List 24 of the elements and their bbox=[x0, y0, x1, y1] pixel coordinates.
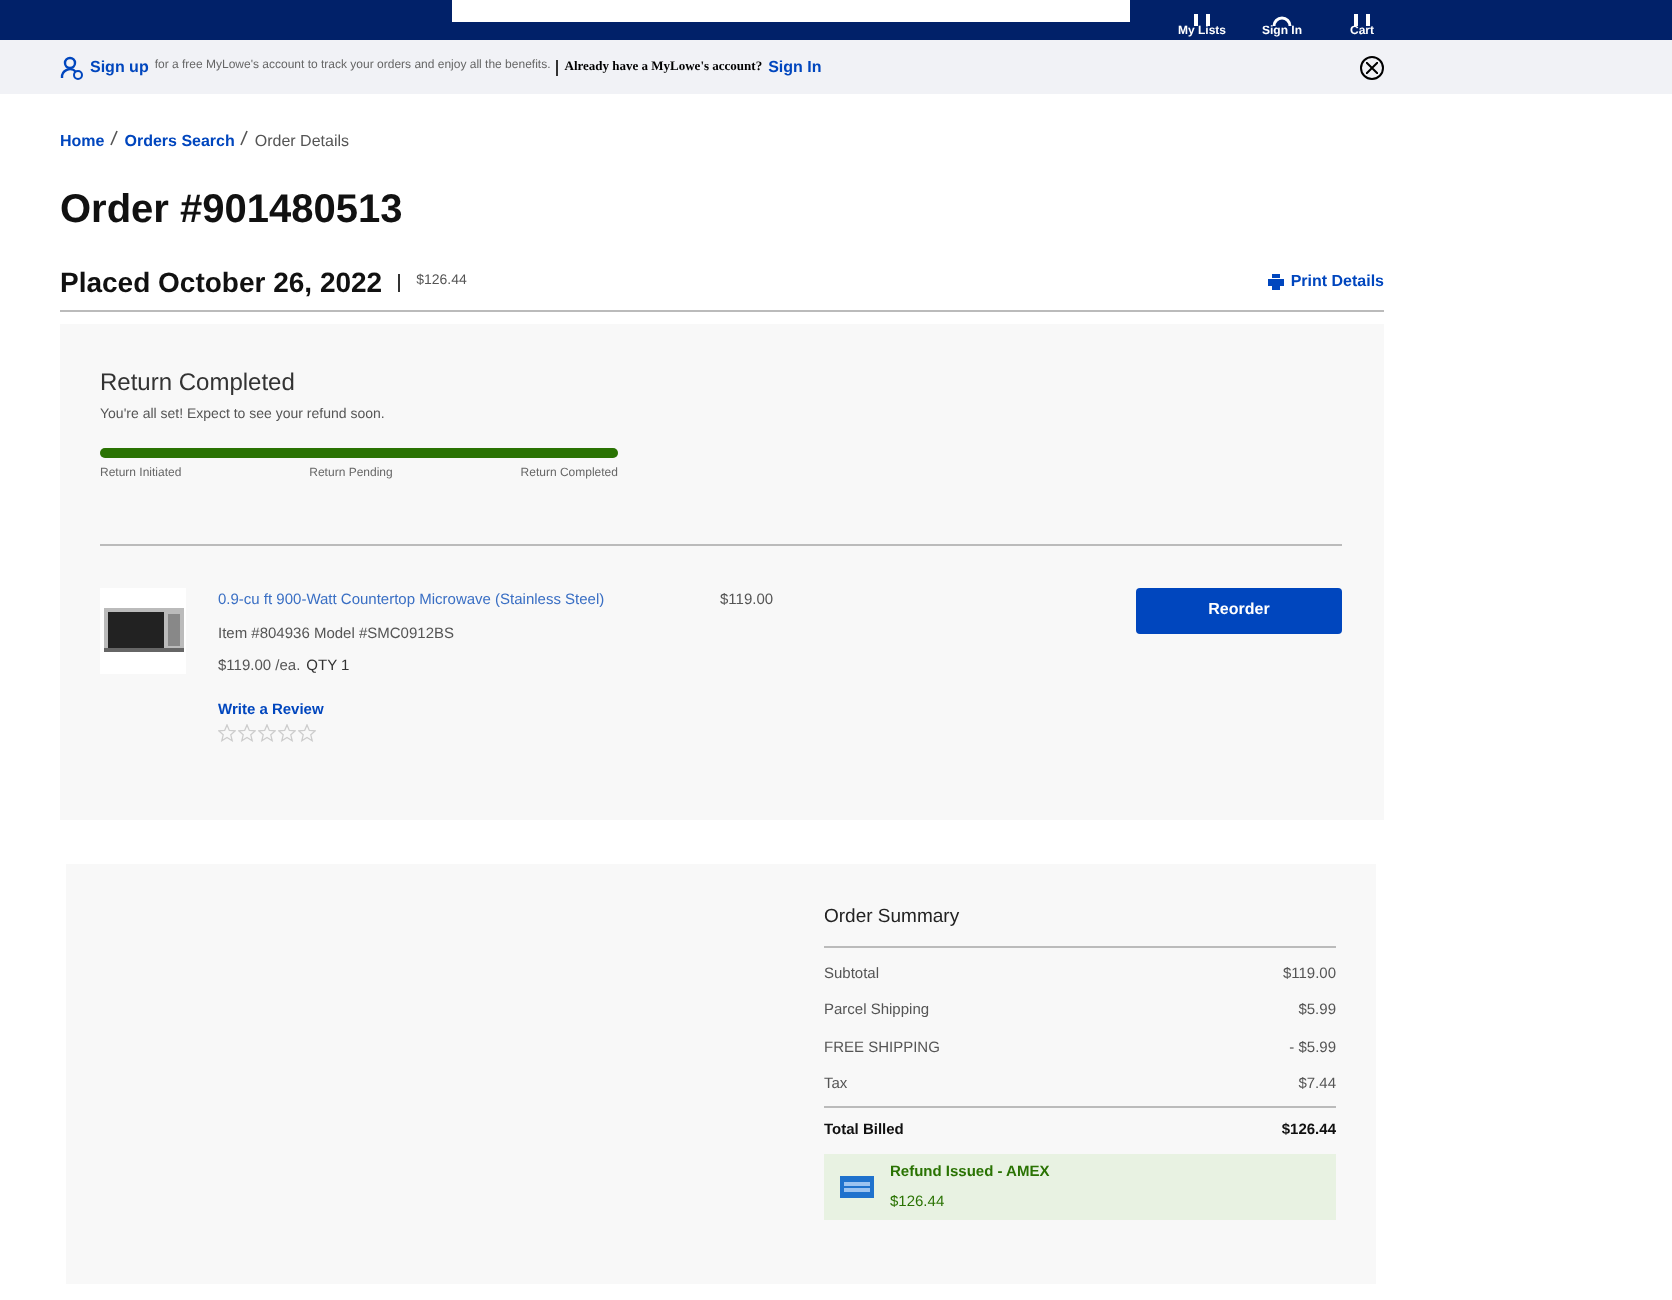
reorder-button[interactable]: Reorder bbox=[1136, 587, 1342, 633]
order-title: Order #901480513 bbox=[60, 186, 405, 234]
search-field[interactable] bbox=[452, 0, 1130, 22]
breadcrumb-link[interactable]: Home bbox=[60, 130, 105, 154]
user-add-icon bbox=[60, 55, 84, 79]
close-icon bbox=[1366, 61, 1378, 73]
close-button[interactable] bbox=[1360, 55, 1384, 79]
status-title: Return Completed bbox=[100, 366, 297, 400]
star-icon bbox=[298, 724, 316, 743]
star-icon bbox=[258, 724, 276, 743]
sign-in-link[interactable]: Sign In bbox=[768, 55, 822, 79]
placed-date: Placed October 26, 2022 bbox=[60, 263, 383, 301]
star-icon bbox=[278, 724, 296, 743]
slash-icon bbox=[240, 130, 249, 146]
print-link[interactable]: Print Details bbox=[1268, 270, 1384, 294]
printer-icon bbox=[1268, 274, 1285, 290]
summary-title: Order Summary bbox=[824, 904, 962, 932]
sign-up-link[interactable]: Sign up bbox=[90, 55, 149, 79]
slash-icon bbox=[110, 130, 119, 146]
star-icon bbox=[218, 724, 236, 743]
credit-card-icon bbox=[840, 1175, 874, 1197]
breadcrumb-current: Order Details bbox=[254, 130, 349, 154]
star-icon bbox=[238, 724, 256, 743]
breadcrumb-link[interactable]: Orders Search bbox=[124, 130, 235, 154]
